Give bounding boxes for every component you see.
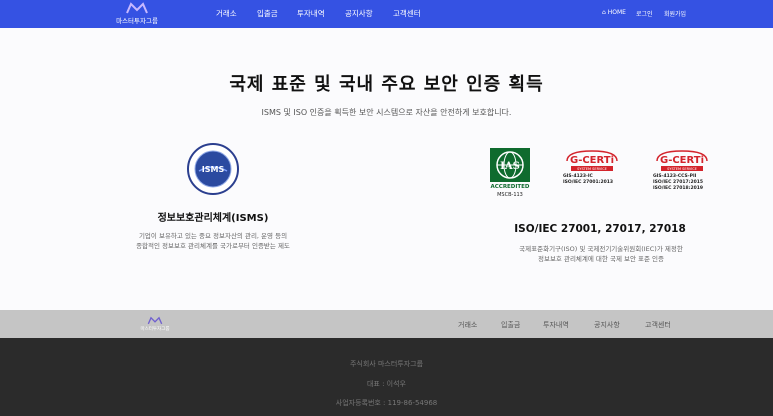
ias-code: MSCB-113 — [497, 192, 523, 198]
ias-accredited: ACCREDITED — [490, 184, 530, 190]
isms-badge-text: ISMS — [202, 165, 225, 174]
nav-investments[interactable]: 투자내역 — [297, 8, 325, 19]
gcert-logo-2: G-CERTi SYSTEM SERVICE GIS-4123-CCS-PII … — [653, 149, 715, 193]
ias-accreditation-logo: IAS ACCREDITED MSCB-113 — [488, 148, 532, 202]
footer-nav-deposit[interactable]: 입출금 — [501, 320, 520, 330]
logo-text: 마스터투자그룹 — [116, 17, 158, 25]
footer-nav: 마스터투자그룹 거래소 입출금 투자내역 공지사항 고객센터 — [0, 310, 773, 338]
gcert-emblem-icon: G-CERTi SYSTEM SERVICE — [566, 150, 618, 171]
footer-logo[interactable]: 마스터투자그룹 — [139, 316, 171, 334]
isms-desc-line1: 기업이 보유하고 있는 중요 정보자산의 관리, 운영 등의 — [138, 232, 288, 240]
gcert-1-text: GIS-4123-IC ISO/IEC 27001:2013 — [563, 174, 613, 185]
iso-desc-line1: 국제표준화기구(ISO) 및 국제전기기술위원회(IEC)가 제정한 — [519, 245, 683, 253]
iso-desc: 국제표준화기구(ISO) 및 국제전기기술위원회(IEC)가 제정한 정보보호 … — [470, 244, 732, 264]
iso-title: ISO/IEC 27001, 27017, 27018 — [514, 223, 686, 235]
home-icon: ⌂ — [602, 9, 606, 16]
gcert-2-text: GIS-4123-CCS-PII ISO/IEC 27017:2015 ISO/… — [653, 174, 703, 191]
top-header: 마스터투자그룹 거래소 입출금 투자내역 공지사항 고객센터 ⌂ HOME 로그… — [0, 0, 773, 28]
gcert-logo-1: G-CERTi SYSTEM SERVICE GIS-4123-IC ISO/I… — [563, 149, 625, 193]
svg-text:IAS: IAS — [500, 161, 520, 172]
svg-text:G-CERTi: G-CERTi — [570, 155, 614, 166]
svg-text:G-CERTi: G-CERTi — [660, 155, 704, 166]
footer-nav-investments[interactable]: 투자내역 — [543, 320, 569, 330]
footer-company: 주식회사 마스터투자그룹 — [349, 360, 424, 368]
nav-support[interactable]: 고객센터 — [393, 8, 421, 19]
isms-desc: 기업이 보유하고 있는 중요 정보자산의 관리, 운영 등의 종합적인 정보보호… — [100, 231, 326, 251]
svg-text:SYSTEM SERVICE: SYSTEM SERVICE — [577, 167, 607, 171]
svg-text:SYSTEM SERVICE: SYSTEM SERVICE — [667, 167, 697, 171]
footer-logo-text: 마스터투자그룹 — [140, 327, 170, 332]
footer-biz-no: 사업자등록번호 : 119-86-54968 — [335, 399, 438, 407]
home-link[interactable]: ⌂ HOME — [602, 9, 626, 16]
nav-exchange[interactable]: 거래소 — [216, 8, 237, 19]
gcert-emblem-icon: G-CERTi SYSTEM SERVICE — [656, 150, 708, 171]
footer-nav-notice[interactable]: 공지사항 — [594, 320, 620, 330]
nav-deposit[interactable]: 입출금 — [257, 8, 278, 19]
signup-link[interactable]: 회원가입 — [664, 9, 686, 18]
section-title: 국제 표준 및 국내 주요 보안 인증 획득 — [229, 74, 544, 95]
ias-globe-icon: IAS — [490, 148, 530, 182]
isms-badge-icon: ISMS — [187, 143, 239, 195]
nav-notice[interactable]: 공지사항 — [345, 8, 373, 19]
site-logo[interactable]: 마스터투자그룹 — [116, 2, 158, 26]
footer-ceo: 대표 : 이석우 — [366, 380, 406, 388]
iso-desc-line2: 정보보호 관리체계에 대한 국제 보안 표준 인증 — [537, 255, 665, 263]
section-subtitle: ISMS 및 ISO 인증을 획득한 보안 시스템으로 자산을 안전하게 보호합… — [261, 108, 512, 117]
isms-title: 정보보호관리체계(ISMS) — [157, 213, 269, 224]
footer-nav-support[interactable]: 고객센터 — [645, 320, 671, 330]
logo-m-icon — [126, 2, 148, 14]
isms-desc-line2: 종합적인 정보보호 관리체계를 국가로부터 인증받는 제도 — [136, 242, 290, 250]
footer-nav-exchange[interactable]: 거래소 — [458, 320, 477, 330]
login-link[interactable]: 로그인 — [636, 9, 653, 18]
logo-m-icon — [147, 316, 163, 325]
footer: 주식회사 마스터투자그룹 대표 : 이석우 사업자등록번호 : 119-86-5… — [0, 338, 773, 416]
